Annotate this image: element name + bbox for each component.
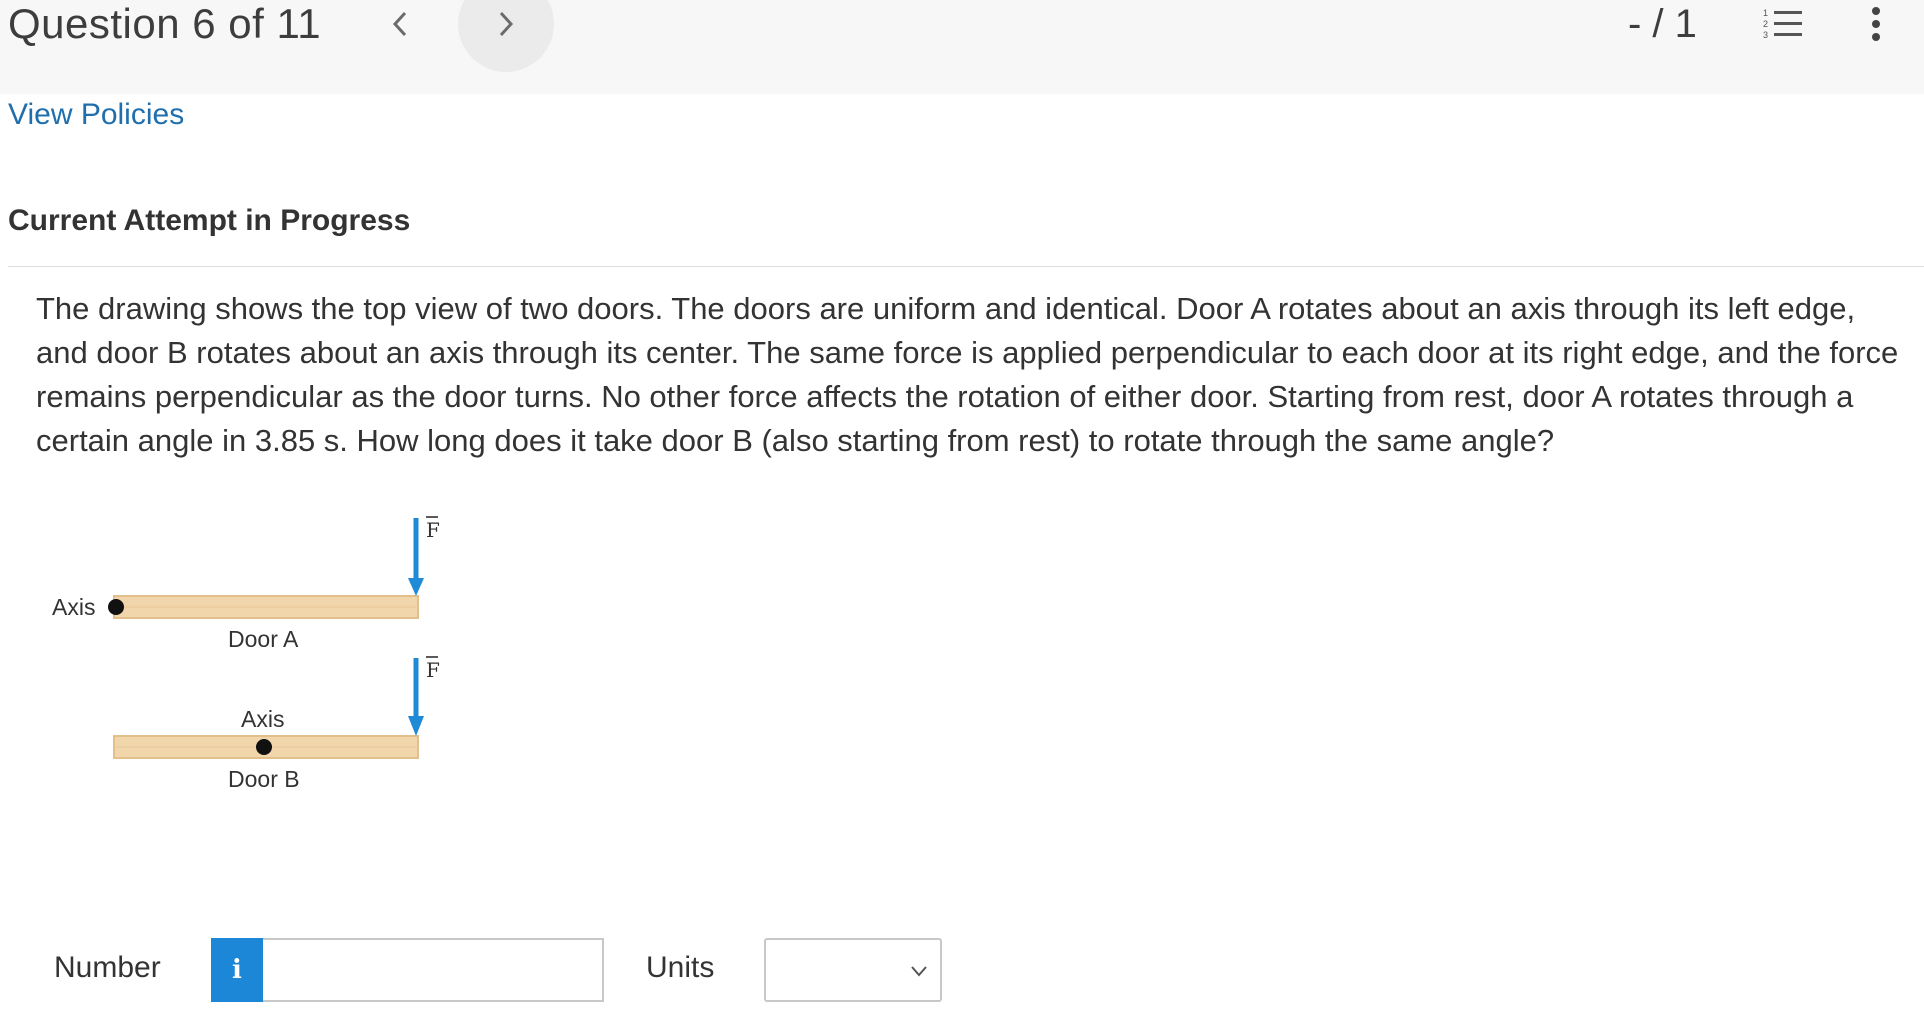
divider	[8, 266, 1924, 267]
number-label: Number	[54, 951, 161, 984]
number-input[interactable]	[263, 938, 604, 1002]
view-policies-link[interactable]: View Policies	[8, 98, 184, 132]
door-b-label: Door B	[228, 766, 300, 792]
force-arrow-a-head	[408, 578, 424, 596]
force-a-label: F	[426, 518, 440, 542]
door-a-axis-label: Axis	[52, 594, 96, 620]
info-button[interactable]: i	[211, 938, 263, 1002]
question-counter: Question 6 of 11	[8, 0, 322, 47]
units-label: Units	[646, 951, 715, 984]
vertical-ellipsis-icon[interactable]	[1866, 6, 1886, 42]
force-b-label: F	[426, 658, 440, 682]
question-text: The drawing shows the top view of two do…	[36, 291, 1899, 458]
score-display: - / 1	[1628, 2, 1697, 46]
doors-figure: Axis Door A F Axis Door B F	[40, 500, 480, 800]
svg-text:1: 1	[1763, 8, 1768, 18]
numbered-list-icon[interactable]: 1 2 3	[1762, 6, 1804, 42]
units-select[interactable]	[764, 938, 942, 1002]
force-arrow-b-head	[408, 716, 424, 736]
door-a-label: Door A	[228, 626, 299, 652]
chevron-down-icon	[911, 966, 927, 977]
door-b-axis-label: Axis	[241, 706, 285, 732]
previous-question-button[interactable]	[372, 0, 428, 48]
chevron-left-icon	[392, 11, 407, 37]
next-question-button[interactable]	[478, 0, 534, 48]
door-a-axis-dot	[108, 599, 124, 615]
door-b-axis-dot	[256, 739, 272, 755]
svg-text:2: 2	[1763, 19, 1768, 29]
chevron-right-icon	[499, 11, 514, 37]
svg-text:3: 3	[1763, 30, 1768, 40]
attempt-heading: Current Attempt in Progress	[8, 204, 411, 237]
top-bar: Question 6 of 11 - / 1 1 2 3	[0, 0, 1924, 94]
info-icon: i	[232, 955, 242, 985]
